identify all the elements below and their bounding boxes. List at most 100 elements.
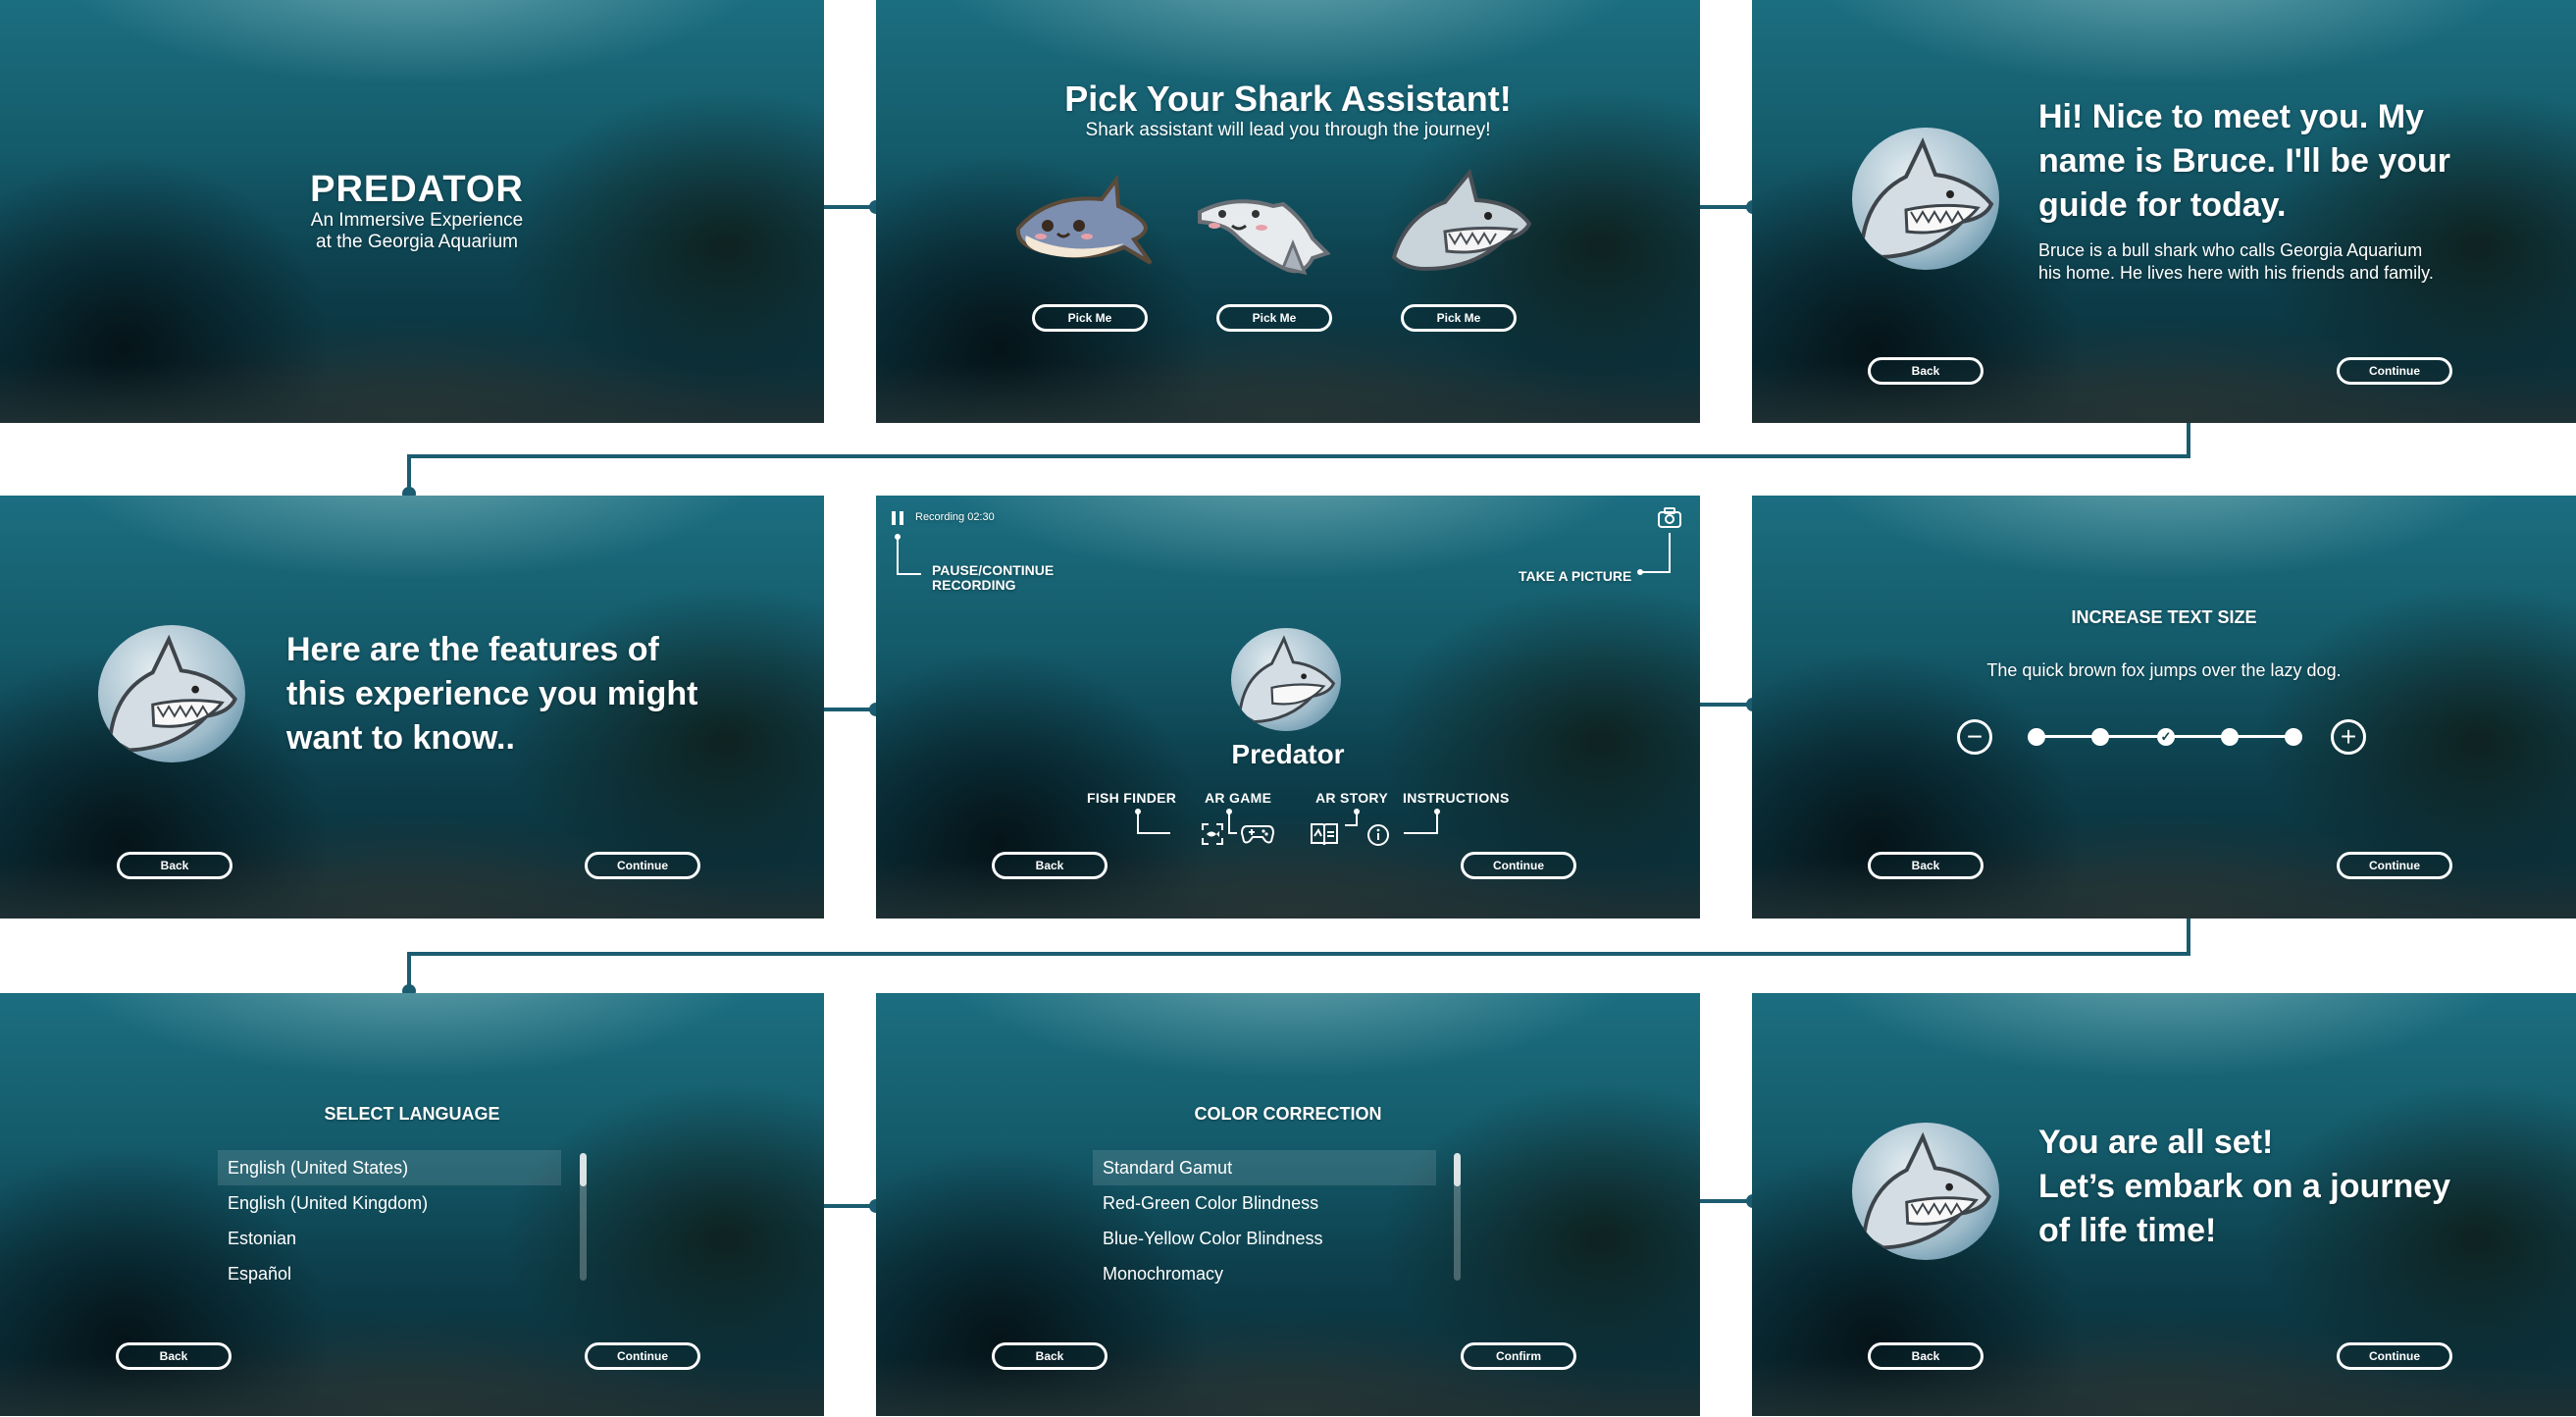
color-mode-option[interactable]: Standard Gamut (1093, 1150, 1436, 1185)
back-button[interactable]: Back (992, 1342, 1108, 1370)
intro-line: this experience you might (286, 675, 698, 712)
back-button[interactable]: Back (116, 1342, 232, 1370)
language-scrollbar[interactable] (580, 1153, 587, 1281)
color-mode-list: Standard Gamut Red-Green Color Blindness… (1093, 1150, 1436, 1291)
pick-shark-button[interactable]: Pick Me (1401, 304, 1517, 332)
hammerhead-shark-icon[interactable] (1195, 184, 1332, 283)
screen-greeting: Hi! Nice to meet you. My name is Bruce. … (1752, 0, 2576, 423)
text-size-step[interactable] (2091, 728, 2109, 746)
back-button[interactable]: Back (992, 852, 1108, 879)
scrollbar-thumb[interactable] (580, 1153, 587, 1186)
scrollbar-thumb[interactable] (1454, 1153, 1461, 1186)
screen-features-intro: Here are the features of this experience… (0, 496, 824, 918)
pause-icon[interactable] (892, 511, 903, 525)
screen-all-set: You are all set! Let’s embark on a journ… (1752, 993, 2576, 1416)
callout-line (895, 534, 921, 575)
continue-button[interactable]: Continue (1461, 852, 1576, 879)
color-mode-option[interactable]: Monochromacy (1093, 1256, 1436, 1291)
color-mode-scrollbar[interactable] (1454, 1153, 1461, 1281)
recording-timer: Recording 02:30 (915, 511, 995, 523)
cute-shark-icon[interactable] (1008, 175, 1156, 273)
color-mode-option[interactable]: Blue-Yellow Color Blindness (1093, 1221, 1436, 1256)
finish-line: of life time! (2038, 1212, 2217, 1249)
screen-text-size: INCREASE TEXT SIZE The quick brown fox j… (1752, 496, 2576, 918)
fish-finder-icon[interactable] (1201, 822, 1224, 846)
game-controller-icon[interactable] (1241, 823, 1274, 845)
page-subtitle: Shark assistant will lead you through th… (1085, 120, 1491, 140)
screen-features-overview: Recording 02:30 PAUSE/CONTINUE RECORDING… (876, 496, 1700, 918)
greeting-line: guide for today. (2038, 186, 2287, 224)
settings-title: COLOR CORRECTION (1194, 1104, 1382, 1124)
language-option[interactable]: English (United States) (218, 1150, 561, 1185)
back-button[interactable]: Back (1868, 357, 1984, 385)
text-size-step[interactable] (2028, 728, 2045, 746)
bruce-avatar (1852, 128, 1999, 270)
text-size-step[interactable] (2221, 728, 2239, 746)
continue-button[interactable]: Continue (2337, 357, 2452, 385)
continue-button[interactable]: Continue (585, 1342, 700, 1370)
bruce-shark-icon (1859, 137, 1994, 260)
intro-line: want to know.. (286, 719, 515, 757)
app-subtitle: An Immersive Experience (310, 210, 524, 231)
settings-title: SELECT LANGUAGE (324, 1104, 500, 1124)
back-button[interactable]: Back (1868, 1342, 1984, 1370)
intro-line: Here are the features of (286, 631, 659, 668)
connector-line (1700, 703, 1752, 707)
bruce-avatar (98, 625, 245, 762)
feature-label-ar-game: AR GAME (1205, 790, 1272, 806)
app-subtitle: at the Georgia Aquarium (316, 232, 518, 252)
connector-line (407, 952, 2190, 956)
connector-line (2187, 423, 2190, 458)
finish-line: Let’s embark on a journey (2038, 1168, 2451, 1205)
bruce-shark-icon (108, 634, 237, 753)
great-white-shark-icon[interactable] (1386, 167, 1533, 277)
greeting-line: name is Bruce. I'll be your (2038, 142, 2451, 180)
feature-label-fish-finder: FISH FINDER (1087, 790, 1177, 806)
bio-text: his home. He lives here with his friends… (2038, 263, 2434, 283)
take-picture-callout-label: TAKE A PICTURE (1519, 568, 1632, 584)
page-title: Pick Your Shark Assistant! (1064, 79, 1512, 119)
connector-line (407, 454, 2190, 458)
language-option[interactable]: English (United Kingdom) (218, 1185, 561, 1221)
bruce-avatar (1852, 1123, 1999, 1260)
bruce-shark-icon (1238, 635, 1336, 724)
feature-label-instructions: INSTRUCTIONS (1403, 790, 1510, 806)
finish-line: You are all set! (2038, 1124, 2274, 1161)
screen-splash: PREDATOR An Immersive Experience at the … (0, 0, 824, 423)
pause-callout-label: PAUSE/CONTINUE (932, 562, 1055, 578)
screen-select-language: SELECT LANGUAGE English (United States) … (0, 993, 824, 1416)
bio-text: Bruce is a bull shark who calls Georgia … (2038, 240, 2423, 260)
bruce-shark-icon (1862, 1131, 1991, 1250)
increase-text-size-button[interactable]: + (2331, 719, 2366, 755)
feature-label-ar-story: AR STORY (1315, 790, 1388, 806)
continue-button[interactable]: Continue (585, 852, 700, 879)
continue-button[interactable]: Continue (2337, 1342, 2452, 1370)
pick-shark-button[interactable]: Pick Me (1032, 304, 1148, 332)
callout-line (1637, 533, 1671, 575)
experience-title: Predator (1231, 739, 1345, 769)
camera-icon[interactable] (1657, 507, 1682, 529)
back-button[interactable]: Back (1868, 852, 1984, 879)
language-option[interactable]: Estonian (218, 1221, 561, 1256)
instructions-icon[interactable] (1366, 823, 1390, 847)
greeting-line: Hi! Nice to meet you. My (2038, 98, 2424, 135)
feature-callout-lines (1135, 809, 1440, 834)
connector-line (2187, 918, 2190, 956)
text-size-step[interactable] (2285, 728, 2302, 746)
decrease-text-size-button[interactable]: − (1957, 719, 1992, 755)
back-button[interactable]: Back (117, 852, 232, 879)
connector-line (1700, 205, 1752, 209)
ar-story-book-icon[interactable] (1310, 821, 1339, 847)
text-size-step-selected[interactable]: ✓ (2157, 728, 2175, 746)
language-list: English (United States) English (United … (218, 1150, 561, 1291)
connector-line (1700, 1199, 1752, 1203)
screen-color-correction: COLOR CORRECTION Standard Gamut Red-Gree… (876, 993, 1700, 1416)
language-option[interactable]: Español (218, 1256, 561, 1291)
continue-button[interactable]: Continue (2337, 852, 2452, 879)
bruce-avatar (1231, 628, 1341, 731)
app-title: PREDATOR (310, 169, 524, 210)
confirm-button[interactable]: Confirm (1461, 1342, 1576, 1370)
color-mode-option[interactable]: Red-Green Color Blindness (1093, 1185, 1436, 1221)
sample-text: The quick brown fox jumps over the lazy … (1986, 660, 2342, 680)
pick-shark-button[interactable]: Pick Me (1216, 304, 1332, 332)
